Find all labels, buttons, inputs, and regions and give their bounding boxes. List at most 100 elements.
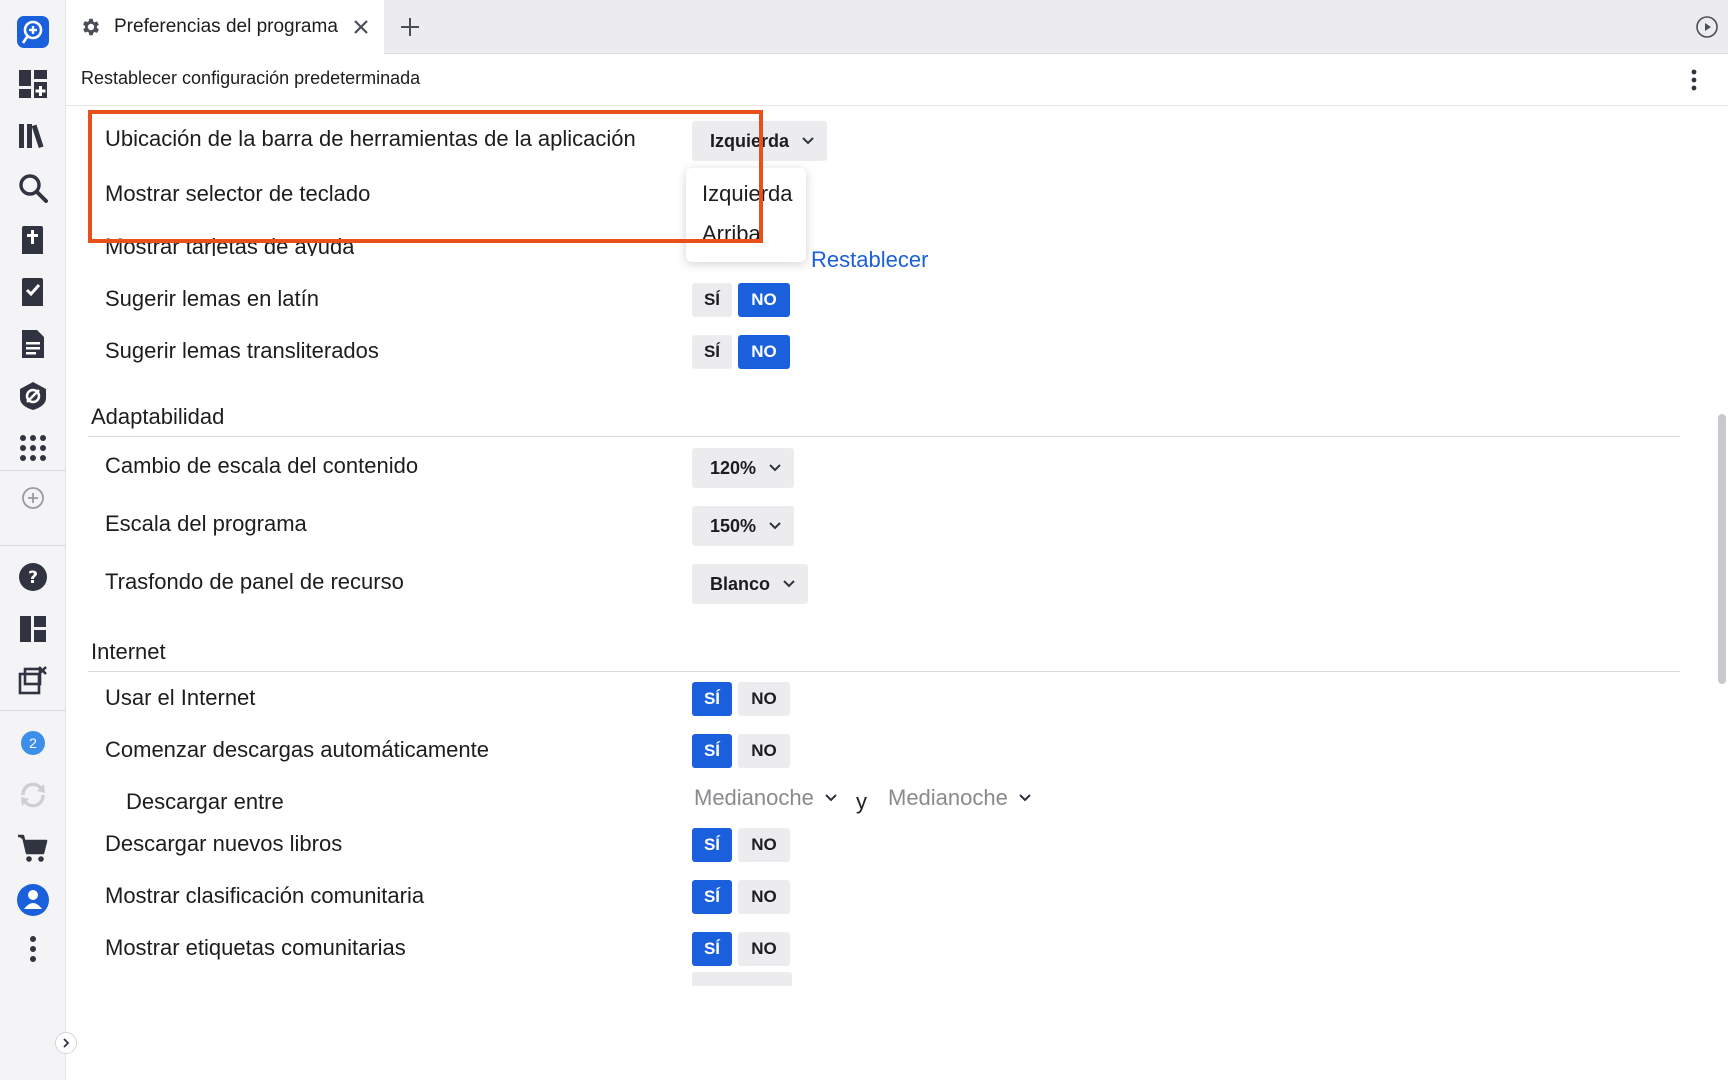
translit-lemmas-no-button[interactable]: NO [738, 335, 790, 369]
auto-downloads-no-button[interactable]: NO [738, 734, 790, 768]
program-scale-value: 150% [710, 515, 757, 536]
preferences-toolbar: Restablecer configuración predeterminada [66, 54, 1728, 106]
layout-icon[interactable] [13, 609, 53, 649]
section-title-internet: Internet [91, 639, 166, 664]
add-circle-icon[interactable] [13, 478, 53, 518]
community-rating-no-button[interactable]: NO [738, 880, 790, 914]
download-from-value: Medianoche [694, 785, 814, 810]
checklist-icon[interactable] [13, 272, 53, 312]
more-vertical-icon[interactable] [13, 929, 53, 969]
search-icon[interactable] [13, 168, 53, 208]
download-to-value: Medianoche [888, 785, 1008, 810]
use-internet-no-button[interactable]: NO [738, 682, 790, 716]
community-tags-label: Mostrar etiquetas comunitarias [105, 935, 406, 960]
sync-icon[interactable] [13, 775, 53, 815]
expand-sidebar-button[interactable] [55, 1032, 77, 1054]
panel-background-label: Trasfondo de panel de recurso [105, 569, 404, 594]
preferences-content: Ubicación de la barra de herramientas de… [66, 106, 1728, 1080]
close-tab-button[interactable] [349, 15, 373, 39]
vertical-scrollbar[interactable] [1718, 414, 1726, 684]
apps-grid-icon[interactable] [13, 428, 53, 468]
translit-lemmas-yes-button[interactable]: SÍ [692, 335, 732, 369]
chevron-down-icon [782, 579, 796, 589]
community-rating-yes-button[interactable]: SÍ [692, 880, 732, 914]
play-circle-icon [1696, 16, 1718, 38]
tab-program-preferences[interactable]: Preferencias del programa [66, 0, 384, 54]
toolbar-location-select[interactable]: Izquierda [692, 121, 828, 161]
document-icon[interactable] [13, 324, 53, 364]
community-tags-no-button[interactable]: NO [738, 932, 790, 966]
use-internet-label: Usar el Internet [105, 685, 256, 710]
auto-downloads-label: Comenzar descargas automáticamente [105, 737, 489, 762]
more-options-button[interactable] [1682, 66, 1706, 94]
help-cards-label: Mostrar tarjetas de ayuda [105, 234, 355, 256]
dashboard-add-icon[interactable] [13, 64, 53, 104]
latin-lemmas-no-button[interactable]: NO [738, 283, 790, 317]
new-books-yes-button[interactable]: SÍ [692, 828, 732, 862]
toolbar-location-label: Ubicación de la barra de herramientas de… [105, 126, 636, 151]
next-row-control-peek [692, 972, 792, 986]
content-scale-select[interactable]: 120% [692, 448, 795, 488]
new-books-label: Descargar nuevos libros [105, 831, 343, 856]
community-rating-label: Mostrar clasificación comunitaria [105, 883, 425, 908]
download-from-select[interactable]: Medianoche [694, 785, 838, 811]
cart-icon[interactable] [13, 828, 53, 868]
help-icon[interactable]: ? [13, 557, 53, 597]
chevron-down-icon [824, 793, 838, 803]
download-to-select[interactable]: Medianoche [888, 785, 1032, 811]
translit-lemmas-toggle: SÍ NO [692, 335, 790, 369]
tab-bar: Preferencias del programa [66, 0, 1728, 54]
user-avatar-icon[interactable] [13, 880, 53, 920]
community-rating-toggle: SÍ NO [692, 880, 790, 914]
auto-downloads-toggle: SÍ NO [692, 734, 790, 768]
library-icon[interactable] [13, 116, 53, 156]
latin-lemmas-label: Sugerir lemas en latín [105, 286, 319, 311]
use-internet-yes-button[interactable]: SÍ [692, 682, 732, 716]
new-tab-button[interactable] [396, 13, 424, 41]
use-internet-toggle: SÍ NO [692, 682, 790, 716]
new-books-toggle: SÍ NO [692, 828, 790, 862]
app-logo-icon[interactable] [13, 12, 53, 52]
program-scale-label: Escala del programa [105, 511, 307, 536]
download-between-separator: y [856, 789, 867, 814]
dropdown-option-izquierda[interactable]: Izquierda [686, 174, 806, 214]
program-scale-select[interactable]: 150% [692, 506, 795, 546]
svg-text:?: ? [28, 568, 38, 588]
chevron-down-icon [801, 136, 815, 146]
latin-lemmas-yes-button[interactable]: SÍ [692, 283, 732, 317]
chevron-down-icon [768, 463, 782, 473]
tab-title: Preferencias del programa [114, 16, 338, 37]
reset-defaults-button[interactable]: Restablecer configuración predeterminada [81, 68, 420, 89]
notifications-count: 2 [29, 735, 37, 751]
shield-icon[interactable] [13, 376, 53, 416]
keyboard-selector-label: Mostrar selector de teclado [105, 181, 371, 206]
toolbar-location-dropdown: Izquierda Arriba [686, 168, 806, 262]
panel-background-value: Blanco [710, 573, 771, 594]
left-sidebar: ? 2 [0, 0, 66, 1080]
kebab-menu-icon [1691, 69, 1697, 91]
gear-icon [83, 18, 99, 36]
chevron-right-icon [63, 1038, 70, 1048]
auto-downloads-yes-button[interactable]: SÍ [692, 734, 732, 768]
plus-icon [401, 18, 419, 36]
close-panels-icon[interactable] [13, 660, 53, 700]
chevron-down-icon [768, 521, 782, 531]
notifications-badge[interactable]: 2 [13, 723, 53, 763]
content-scale-value: 120% [710, 457, 757, 478]
dropdown-option-arriba[interactable]: Arriba [686, 214, 806, 254]
community-tags-toggle: SÍ NO [692, 932, 790, 966]
chevron-down-icon [1018, 793, 1032, 803]
close-icon [354, 20, 368, 34]
bible-icon[interactable] [13, 220, 53, 260]
latin-lemmas-toggle: SÍ NO [692, 283, 790, 317]
panel-background-select[interactable]: Blanco [692, 564, 809, 604]
content-scale-label: Cambio de escala del contenido [105, 453, 419, 478]
help-cards-reset-link[interactable]: Restablecer [811, 247, 928, 273]
section-title-adaptability: Adaptabilidad [91, 404, 225, 429]
new-books-no-button[interactable]: NO [738, 828, 790, 862]
play-circle-button[interactable] [1696, 16, 1718, 38]
community-tags-yes-button[interactable]: SÍ [692, 932, 732, 966]
toolbar-location-value: Izquierda [710, 130, 790, 151]
download-between-label: Descargar entre [126, 789, 284, 814]
translit-lemmas-label: Sugerir lemas transliterados [105, 338, 379, 363]
